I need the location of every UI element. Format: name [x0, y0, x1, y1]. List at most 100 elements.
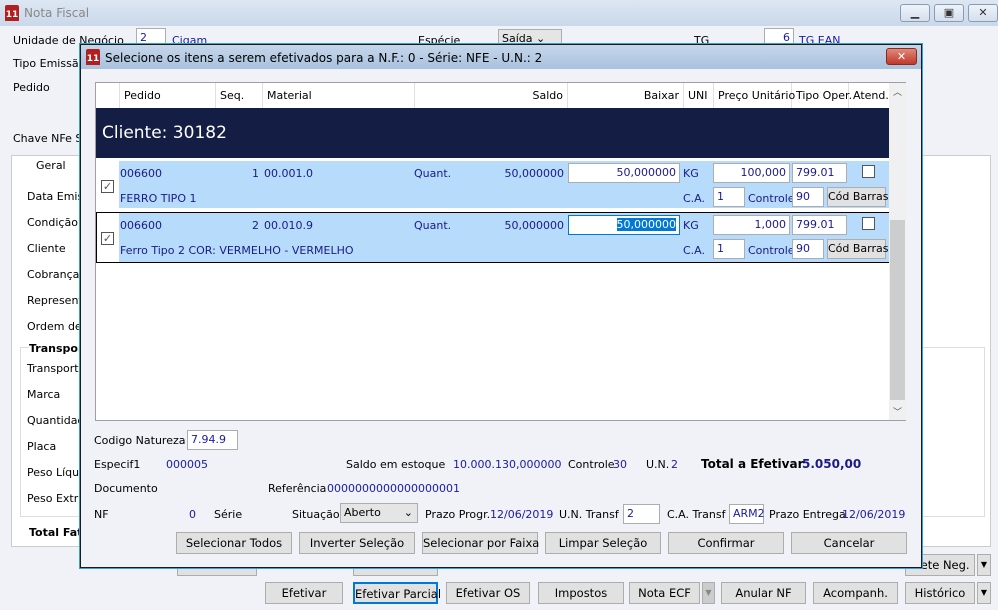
- app-logo-icon: 11: [5, 5, 19, 21]
- total-efetivar-label: Total a Efetivar: [701, 457, 804, 471]
- field-label: Ordem de: [27, 320, 82, 333]
- un-label: U.N.: [646, 458, 670, 471]
- efetivar-button[interactable]: Efetivar: [265, 582, 343, 604]
- column-header-saldo[interactable]: Saldo: [415, 83, 568, 108]
- nota-ecf-button[interactable]: Nota ECF: [629, 582, 700, 604]
- un-transf-input[interactable]: 2: [623, 504, 660, 524]
- ca-input[interactable]: 1: [713, 187, 745, 207]
- un-transf-label: U.N. Transf: [559, 508, 619, 521]
- limpar-selecao-button[interactable]: Limpar Seleção: [545, 532, 661, 554]
- ca-label: C.A.: [683, 244, 706, 257]
- ca-label: C.A.: [683, 192, 706, 205]
- documento-label: Documento: [94, 482, 158, 495]
- column-header-material[interactable]: Material: [263, 83, 415, 108]
- situacao-select[interactable]: Aberto ⌄: [340, 503, 418, 523]
- dialog-close-button[interactable]: ✕: [886, 48, 917, 65]
- preco-input[interactable]: 100,000: [713, 163, 790, 183]
- field-label: Cobrança: [27, 268, 80, 281]
- table-row[interactable]: ✓ 006600 2 00.010.9 Quant. 50,000000 50,…: [96, 212, 890, 263]
- transport-title: Transpor: [29, 342, 84, 355]
- anular-nf-button[interactable]: Anular NF: [721, 582, 806, 604]
- controle-value: 30: [613, 458, 627, 471]
- chevron-down-icon: ⌄: [403, 506, 413, 519]
- selecionar-todos-button[interactable]: Selecionar Todos: [176, 532, 292, 554]
- un-value: 2: [671, 458, 678, 471]
- table-row[interactable]: ✓ 006600 1 00.001.0 Quant. 50,000000 50,…: [96, 161, 890, 210]
- saldo-estoque-value: 10.000.130,000000: [453, 458, 562, 471]
- total-fat-label: Total Fat: [29, 526, 83, 539]
- ca-transf-input[interactable]: ARM2: [729, 504, 765, 524]
- confirmar-button[interactable]: Confirmar: [668, 532, 784, 554]
- referencia-label: Referência: [268, 482, 327, 495]
- baixar-input[interactable]: 50,000000: [568, 163, 680, 183]
- tipo-oper-input[interactable]: 799.01: [792, 215, 847, 235]
- column-header-pedido[interactable]: Pedido: [120, 83, 216, 108]
- historico-button[interactable]: Histórico: [905, 582, 975, 604]
- codigo-natureza-input[interactable]: 7.94.9: [187, 430, 238, 450]
- especif1-label: Especif1: [94, 458, 141, 471]
- column-header-tipo-oper[interactable]: Tipo Oper.: [792, 83, 852, 108]
- quant-label: Quant.: [414, 219, 452, 232]
- field-label: Marca: [27, 388, 61, 401]
- controle-input[interactable]: 90: [792, 187, 824, 207]
- prazo-entrega-value: 12/06/2019: [842, 508, 906, 521]
- field-label: Transporta: [27, 362, 86, 375]
- scroll-up-icon[interactable]: ︿: [889, 85, 906, 98]
- baixar-input-focused[interactable]: 50,000000: [568, 215, 680, 235]
- seq-cell: 2: [252, 219, 259, 232]
- cod-barras-button[interactable]: Cód Barras: [827, 187, 889, 207]
- dialog-logo-icon: 11: [86, 49, 100, 65]
- preco-input[interactable]: 1,000: [713, 215, 790, 235]
- baixar-selected-text: 50,000000: [616, 218, 676, 231]
- scroll-down-icon[interactable]: ﹀: [889, 405, 906, 418]
- maximize-button[interactable]: ▣: [934, 4, 964, 22]
- row-checkbox[interactable]: ✓: [101, 232, 114, 245]
- field-label: Placa: [27, 440, 57, 453]
- atend-checkbox[interactable]: [862, 165, 875, 178]
- column-header-uni[interactable]: UNI: [684, 83, 714, 108]
- controle-label: Controle: [748, 192, 795, 205]
- serie-label: Série: [214, 508, 243, 521]
- prazo-entrega-label: Prazo Entrega: [769, 508, 846, 521]
- selection-dialog: 11 Selecione os itens a serem efetivados…: [80, 44, 922, 568]
- descricao-cell: FERRO TIPO 1: [120, 192, 197, 205]
- pedido-label: Pedido: [13, 81, 50, 94]
- impostos-button[interactable]: Impostos: [538, 582, 624, 604]
- cancelar-button[interactable]: Cancelar: [791, 532, 907, 554]
- acompanh-button[interactable]: Acompanh.: [813, 582, 898, 604]
- atend-checkbox[interactable]: [862, 217, 875, 230]
- tipo-oper-input[interactable]: 799.01: [792, 163, 847, 183]
- efetivar-parcial-button[interactable]: Efetivar Parcial: [353, 582, 441, 604]
- scrollbar-thumb[interactable]: [890, 220, 905, 400]
- material-cell: 00.001.0: [264, 167, 313, 180]
- controle-input[interactable]: 90: [792, 239, 824, 259]
- saldo-estoque-label: Saldo em estoque: [346, 458, 446, 471]
- column-header-preco[interactable]: Preço Unitário: [714, 83, 795, 108]
- column-header-seq[interactable]: Seq.: [216, 83, 263, 108]
- historico-dropdown-icon[interactable]: ▼: [977, 582, 991, 604]
- prazo-progr-label: Prazo Progr.: [425, 508, 491, 521]
- descricao-cell: Ferro Tipo 2 COR: VERMELHO - VERMELHO: [120, 244, 354, 257]
- row-checkbox[interactable]: ✓: [101, 180, 114, 193]
- close-button[interactable]: ✕: [968, 4, 998, 22]
- tab-geral[interactable]: Geral: [36, 159, 66, 172]
- frete-dropdown-icon[interactable]: ▼: [977, 554, 991, 576]
- inverter-selecao-button[interactable]: Inverter Seleção: [299, 532, 415, 554]
- tipo-emissao-label: Tipo Emissão: [13, 57, 86, 70]
- field-label: Cliente: [27, 242, 66, 255]
- main-titlebar: 11 Nota Fiscal ▁ ▣ ✕: [0, 0, 998, 26]
- nf-label: NF: [94, 508, 109, 521]
- pedido-cell: 006600: [120, 219, 162, 232]
- cod-barras-button[interactable]: Cód Barras: [827, 239, 889, 259]
- ca-input[interactable]: 1: [713, 239, 745, 259]
- efetivar-os-button[interactable]: Efetivar OS: [446, 582, 530, 604]
- minimize-button[interactable]: ▁: [900, 4, 930, 22]
- ca-transf-label: C.A. Transf: [667, 508, 726, 521]
- selecionar-por-faixa-button[interactable]: Selecionar por Faixa: [422, 532, 539, 554]
- nf-value: 0: [189, 508, 196, 521]
- field-label: Peso Extra: [27, 492, 86, 505]
- column-header-baixar[interactable]: Baixar: [568, 83, 684, 108]
- nota-ecf-dropdown-icon[interactable]: ▼: [702, 582, 715, 604]
- column-header-atend[interactable]: Atend.: [849, 83, 890, 108]
- vertical-scrollbar[interactable]: ︿ ﹀: [889, 83, 906, 420]
